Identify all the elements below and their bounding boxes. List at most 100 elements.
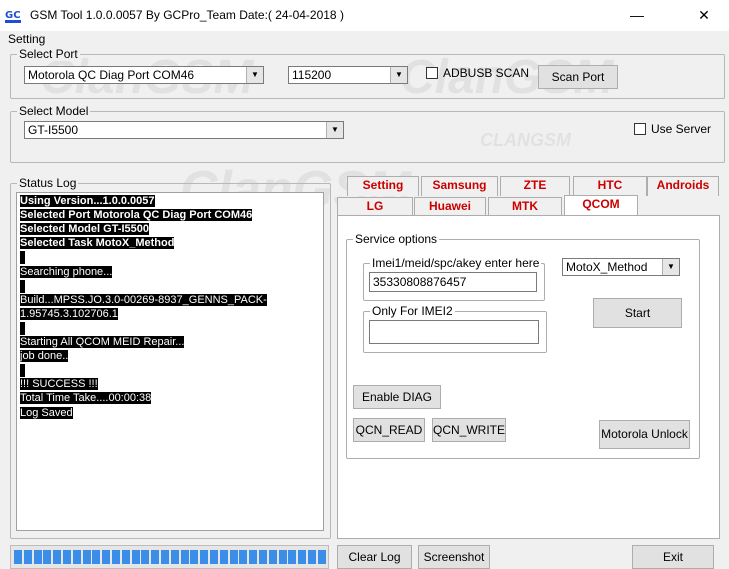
log-line-text: Selected Model GT-I5500 (20, 223, 149, 236)
log-line: Searching phone... (20, 265, 113, 279)
progress-cell (82, 550, 91, 564)
progress-cell (268, 550, 277, 564)
log-line: Build...MPSS.JO.3.0-00269-8937_GENNS_PAC… (20, 293, 267, 307)
svg-text:GC: GC (5, 10, 21, 21)
progress-cell (43, 550, 52, 564)
qcn-write-button[interactable]: QCN_WRITE (432, 418, 506, 442)
enable-diag-button[interactable]: Enable DIAG (353, 385, 441, 409)
log-line-text: Starting All QCOM MEID Repair... (20, 336, 185, 348)
progress-cell (200, 550, 209, 564)
log-line: !!! SUCCESS !!! (20, 378, 98, 391)
port-select[interactable]: Motorola QC Diag Port COM46 ▼ (24, 66, 264, 84)
log-line-text: 1.95745.3.102706.1 (20, 307, 118, 320)
app-logo-icon: GC (4, 7, 22, 25)
progress-cell (102, 550, 111, 564)
tab-androids[interactable]: Androids (647, 176, 719, 196)
method-select-value: MotoX_Method (566, 260, 648, 274)
log-line-text: !!! SUCCESS !!! (20, 378, 98, 391)
log-line-text: Total Time Take....00:00:38 (20, 392, 152, 405)
log-line: Using Version...1.0.0.0057 (20, 195, 155, 208)
progress-cell (317, 550, 326, 564)
close-button[interactable]: ✕ (681, 0, 727, 31)
chevron-down-icon: ▼ (326, 122, 343, 138)
exit-button[interactable]: Exit (632, 545, 714, 569)
progress-cell (92, 550, 101, 564)
progress-cell (23, 550, 32, 564)
adbusb-scan-checkbox[interactable] (426, 67, 438, 79)
tab-huawei[interactable]: Huawei (414, 197, 486, 217)
progress-cell (72, 550, 81, 564)
tab-mtk[interactable]: MTK (488, 197, 562, 217)
progress-cell (121, 550, 130, 564)
log-line: Total Time Take....00:00:38 (20, 392, 152, 405)
motorola-unlock-button[interactable]: Motorola Unlock (599, 420, 690, 449)
baud-select[interactable]: 115200 ▼ (288, 66, 408, 84)
tab-setting[interactable]: Setting (347, 176, 419, 196)
scan-port-button[interactable]: Scan Port (538, 65, 618, 89)
select-model-legend: Select Model (17, 104, 91, 118)
tab-samsung[interactable]: Samsung (421, 176, 498, 196)
progress-cell (161, 550, 169, 564)
log-line-text (20, 279, 25, 293)
service-options-legend: Service options (353, 232, 440, 246)
start-button[interactable]: Start (593, 298, 682, 328)
progress-cell (131, 550, 140, 564)
progress-cell (298, 550, 307, 564)
progress-bar (10, 545, 329, 569)
log-line-text: Selected Port Motorola QC Diag Port COM4… (20, 209, 253, 222)
progress-cell (249, 550, 258, 564)
log-line-text (20, 251, 25, 265)
log-line: 1.95745.3.102706.1 (20, 307, 118, 321)
log-line-text: job done.. (20, 350, 69, 363)
progress-cell (63, 550, 71, 564)
progress-cell (229, 550, 238, 564)
chevron-down-icon: ▼ (390, 67, 407, 83)
tab-lg[interactable]: LG (337, 197, 413, 217)
progress-cell (151, 550, 160, 564)
chevron-down-icon: ▼ (246, 67, 263, 83)
tab-htc[interactable]: HTC (573, 176, 647, 196)
log-line-text: Using Version...1.0.0.0057 (20, 195, 155, 207)
method-select[interactable]: MotoX_Method ▼ (562, 258, 680, 276)
log-line: Selected Task MotoX_Method (20, 237, 175, 250)
progress-cell (278, 550, 287, 564)
imei1-legend: Imei1/meid/spc/akey enter here (370, 256, 542, 270)
port-select-value: Motorola QC Diag Port COM46 (28, 68, 195, 82)
log-line-text: Selected Task MotoX_Method (20, 237, 175, 250)
status-log-box[interactable]: Using Version...1.0.0.0057 Selected Port … (16, 192, 324, 531)
progress-cell (33, 550, 42, 564)
log-line-text: Build...MPSS.JO.3.0-00269-8937_GENNS_PAC… (20, 293, 267, 306)
model-select[interactable]: GT-I5500 ▼ (24, 121, 344, 139)
progress-cell (170, 550, 179, 564)
use-server-checkbox[interactable] (634, 123, 646, 135)
progress-cell (259, 550, 267, 564)
imei2-input[interactable] (369, 320, 539, 344)
progress-cell (180, 550, 189, 564)
progress-cell (219, 550, 228, 564)
log-line: Selected Model GT-I5500 (20, 223, 149, 236)
log-line: job done.. (20, 350, 69, 363)
progress-cell (239, 550, 248, 564)
imei2-legend: Only For IMEI2 (370, 304, 455, 318)
progress-cell (308, 550, 316, 564)
adbusb-scan-label: ADBUSB SCAN (443, 66, 530, 80)
progress-cell (112, 550, 120, 564)
log-line-text (20, 364, 25, 378)
qcn-read-button[interactable]: QCN_READ (353, 418, 425, 442)
status-log-legend: Status Log (17, 176, 79, 190)
chevron-down-icon: ▼ (662, 259, 679, 275)
log-line: Log Saved (20, 406, 73, 420)
log-line-text (20, 321, 25, 335)
log-line: Selected Port Motorola QC Diag Port COM4… (20, 209, 253, 222)
screenshot-button[interactable]: Screenshot (418, 545, 490, 569)
tab-zte[interactable]: ZTE (500, 176, 570, 196)
clear-log-button[interactable]: Clear Log (337, 545, 412, 569)
progress-cell (141, 550, 150, 564)
use-server-label: Use Server (651, 122, 712, 136)
select-port-legend: Select Port (17, 47, 80, 61)
minimize-button[interactable]: — (614, 0, 660, 31)
progress-cell (210, 550, 218, 564)
imei1-input[interactable]: 35330808876457 (369, 272, 537, 292)
log-line-text: Searching phone... (20, 265, 113, 278)
window-title: GSM Tool 1.0.0.0057 By GCPro_Team Date:(… (30, 8, 344, 22)
